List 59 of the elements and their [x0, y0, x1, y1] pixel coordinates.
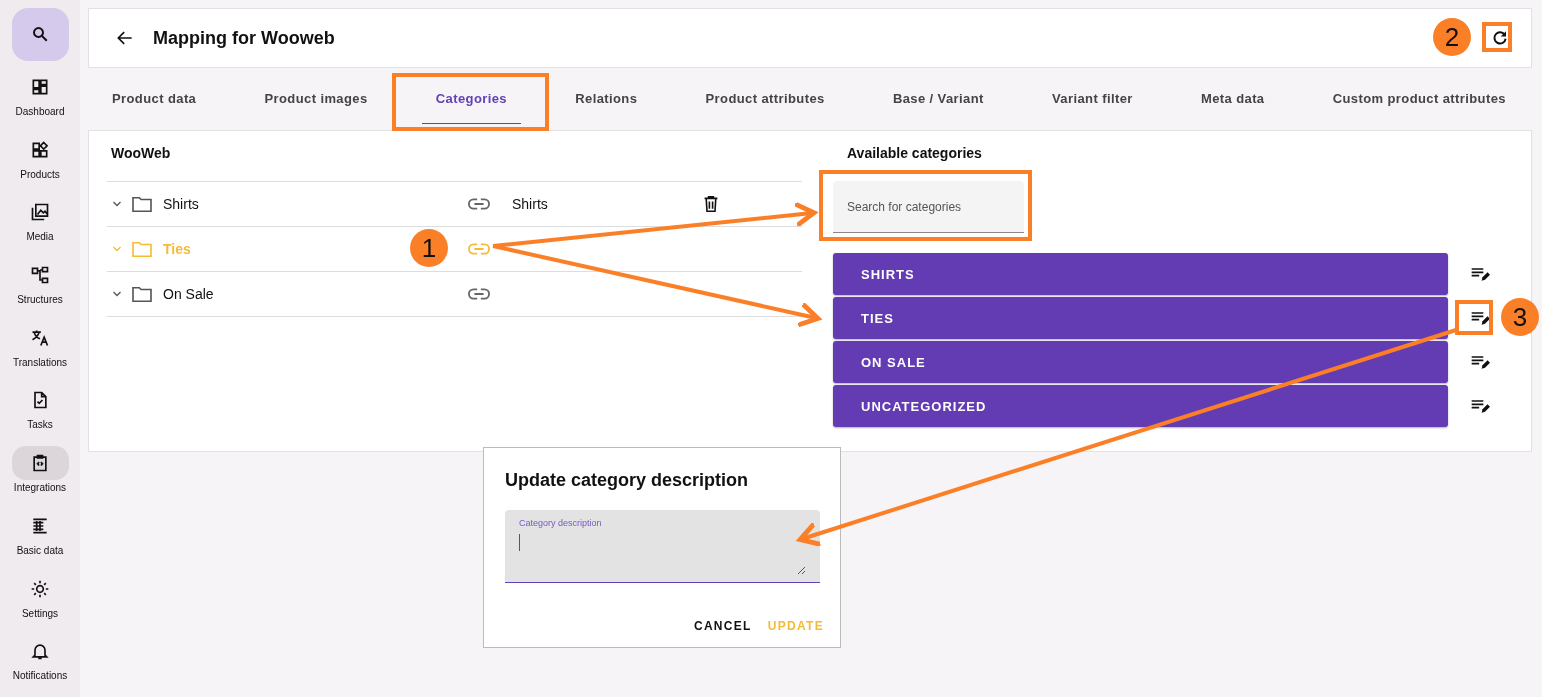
shapes-icon [30, 139, 50, 160]
sidebar-item[interactable]: Translations [0, 320, 80, 384]
description-field[interactable]: Category description [505, 510, 820, 583]
tab[interactable]: Product images [250, 74, 382, 124]
sidebar-item[interactable]: Settings [0, 571, 80, 635]
dialog-button[interactable]: CANCEL [689, 613, 756, 639]
photo-library-icon [30, 202, 50, 223]
tree-row[interactable]: Shirts Shirts [107, 182, 802, 227]
nav-icon-pill[interactable] [11, 446, 69, 481]
sidebar-item[interactable]: Notifications [0, 634, 80, 697]
hierarchy-icon [30, 264, 50, 285]
gear-icon [30, 578, 50, 599]
link-icon[interactable] [468, 287, 490, 301]
edit-list-icon[interactable] [1470, 265, 1490, 283]
section-title: WooWeb [110, 144, 172, 163]
tab[interactable]: Base / Variant [878, 74, 998, 124]
tab[interactable]: Custom product attributes [1318, 74, 1520, 124]
code-icon [30, 453, 50, 474]
link-icon[interactable] [468, 197, 490, 211]
category-name: Ties [163, 241, 191, 257]
sidebar-item[interactable]: Integrations [0, 446, 80, 509]
folder-icon [131, 285, 153, 303]
folder-icon [131, 195, 153, 213]
search-icon [31, 25, 49, 44]
category-button[interactable]: TIES [833, 297, 1448, 339]
highlight-frame [1482, 22, 1512, 52]
highlight-frame [1455, 300, 1493, 335]
page-title: Mapping for Wooweb [153, 27, 335, 49]
trash-icon[interactable] [703, 195, 719, 213]
tab[interactable]: Variant filter [1038, 74, 1147, 124]
mapped-category: Shirts [512, 196, 549, 212]
tab[interactable]: Relations [561, 74, 652, 124]
sidebar-item[interactable]: Products [0, 132, 80, 196]
category-button[interactable]: ON SALE [833, 341, 1448, 383]
tab[interactable]: Product attributes [691, 74, 839, 124]
sidebar-item[interactable]: Media [0, 195, 80, 258]
search-field[interactable]: Search for categories [833, 181, 1024, 233]
category-button[interactable]: SHIRTS [833, 253, 1448, 295]
tab[interactable]: Product data [98, 74, 211, 124]
category-name: On Sale [163, 286, 214, 302]
tree-row[interactable]: On Sale [107, 272, 802, 317]
sidebar-item[interactable]: Structures [0, 257, 80, 321]
dialog-title: Update category description [505, 470, 750, 491]
category-name: Shirts [163, 196, 199, 212]
section-title: Available categories [846, 144, 983, 163]
edit-list-icon[interactable] [1470, 309, 1490, 327]
sidebar-item[interactable]: Dashboard [0, 69, 80, 133]
category-button[interactable]: UNCATEGORIZED [833, 385, 1448, 427]
search-button[interactable] [11, 8, 69, 61]
sidebar-item[interactable]: Basic data [0, 508, 80, 572]
resize-grip-icon[interactable] [796, 565, 806, 575]
refresh-icon[interactable] [1491, 29, 1509, 47]
tab[interactable]: Categories [421, 74, 521, 124]
tab[interactable]: Meta data [1186, 74, 1279, 124]
sidebar-item[interactable]: Tasks [0, 383, 80, 447]
edit-list-icon[interactable] [1470, 397, 1490, 415]
edit-list-icon[interactable] [1470, 353, 1490, 371]
bell-icon [30, 641, 50, 662]
folder-icon [131, 240, 153, 258]
